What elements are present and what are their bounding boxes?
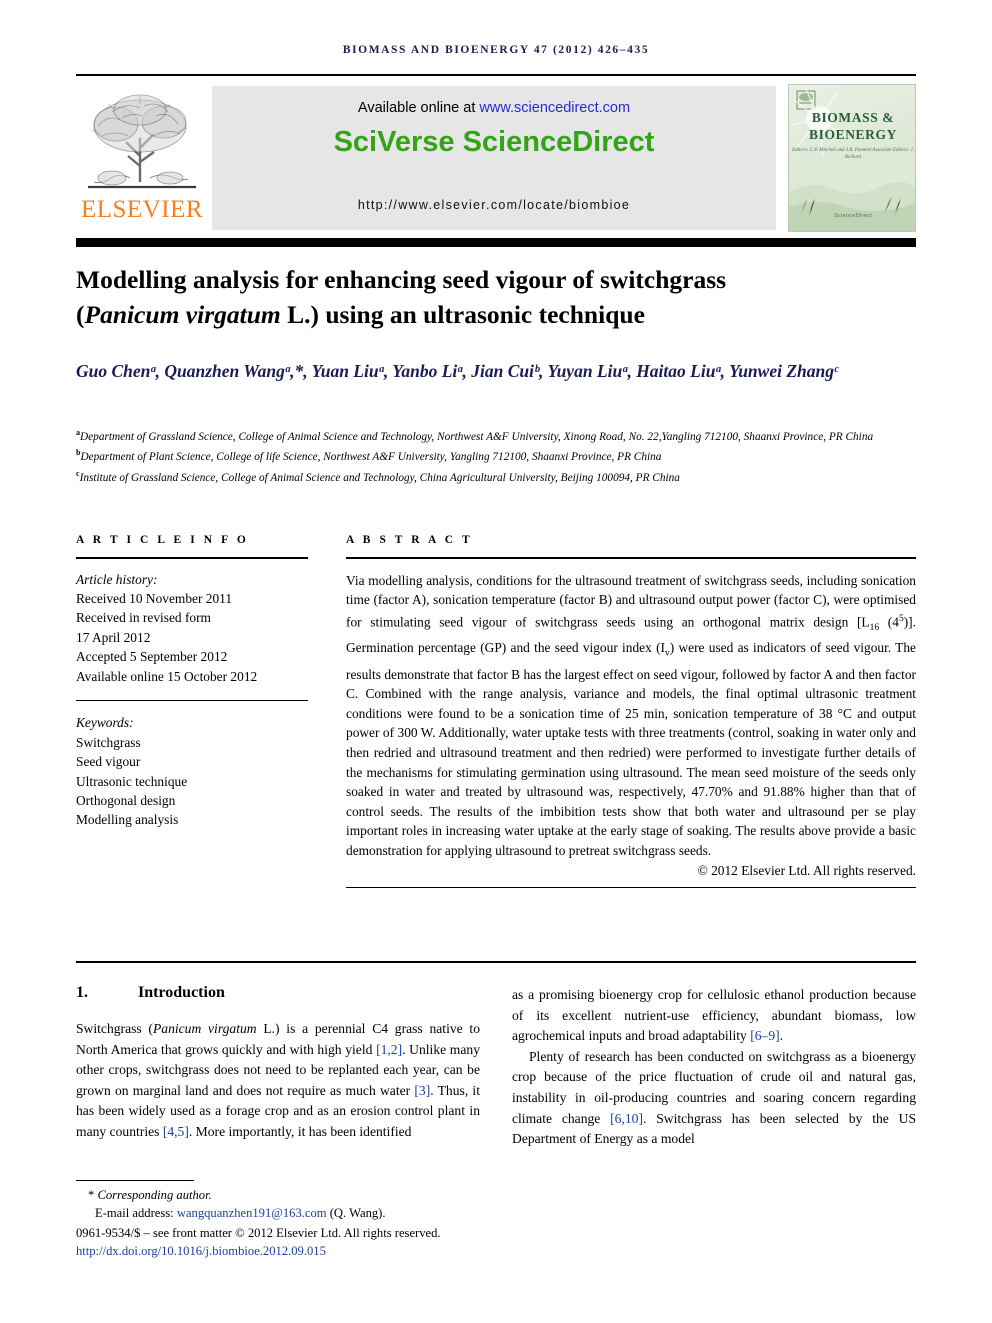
cover-editors: Editors: C.P. Mitchell and J.B. Pammel A… <box>792 148 914 160</box>
article-history-item: Received in revised form <box>76 610 211 626</box>
article-history-item: 17 April 2012 <box>76 629 151 645</box>
cover-sciencedirect-badge: ScienceDirect <box>834 213 872 219</box>
email-suffix: (Q. Wang). <box>326 1206 386 1221</box>
journal-homepage-link[interactable]: http://www.elsevier.com/locate/biombioe <box>212 198 776 212</box>
section-number: 1. <box>76 984 88 1001</box>
body-column-left: Switchgrass (Panicum virgatum L.) is a p… <box>76 1019 480 1143</box>
affiliation-c: cInstitute of Grassland Science, College… <box>76 466 916 486</box>
sciencedirect-link[interactable]: www.sciencedirect.com <box>479 100 630 116</box>
intro-right-text-a: as a promising bioenergy crop for cellul… <box>512 987 916 1044</box>
keyword-item: Seed vigour <box>76 754 141 770</box>
body-column-right: as a promising bioenergy crop for cellul… <box>512 985 916 1150</box>
citation-ref-4-5[interactable]: [4,5] <box>163 1124 189 1139</box>
journal-article-page: BIOMASS AND BIOENERGY 47 (2012) 426–435 <box>0 0 992 1323</box>
page-title: Modelling analysis for enhancing seed vi… <box>76 262 926 332</box>
footnote-rule <box>76 1180 194 1182</box>
article-history: Article history: Received 10 November 20… <box>76 570 308 686</box>
abstract-text: Via modelling analysis, conditions for t… <box>346 571 916 861</box>
abstract-heading: A B S T R A C T <box>346 534 473 546</box>
body-top-rule <box>76 961 916 963</box>
title-species-name: Panicum virgatum <box>84 300 281 329</box>
article-info-heading: A R T I C L E I N F O <box>76 534 249 546</box>
elsevier-wordmark: ELSEVIER <box>80 196 204 223</box>
available-online-label: Available online at <box>357 100 480 116</box>
abstract-part-2: (4 <box>879 614 899 630</box>
email-label: E-mail address: <box>95 1206 177 1221</box>
title-line-2-prefix: ( <box>76 300 85 329</box>
keywords-rule <box>76 699 308 702</box>
intro-text-e: . More importantly, it has been identifi… <box>188 1123 412 1139</box>
email-line: E-mail address: wangquanzhen191@163.com … <box>76 1204 916 1222</box>
intro-text-a: Switchgrass ( <box>76 1021 153 1036</box>
intro-paragraph-1-right: as a promising bioenergy crop for cellul… <box>512 985 916 1047</box>
abstract-bottom-rule <box>346 886 916 889</box>
abstract-column: A B S T R A C T Via modelling analysis, … <box>346 534 916 889</box>
affiliation-b: bDepartment of Plant Science, College of… <box>76 445 916 465</box>
author-list: Guo Chenᵃ, Quanzhen Wangᵃ,*, Yuan Liuᵃ, … <box>76 361 839 381</box>
running-head: BIOMASS AND BIOENERGY 47 (2012) 426–435 <box>342 44 650 56</box>
elsevier-tree-icon <box>88 94 196 189</box>
section-title: Introduction <box>138 984 225 1001</box>
sciverse-sciencedirect-logo: SciVerse ScienceDirect <box>333 126 655 158</box>
article-info-rule <box>76 557 308 559</box>
affiliation-c-text: Institute of Grassland Science, College … <box>79 471 680 484</box>
page-footer: * Corresponding author. E-mail address: … <box>76 1186 916 1261</box>
title-line-1: Modelling analysis for enhancing seed vi… <box>76 265 727 294</box>
email-link[interactable]: wangquanzhen191@163.com <box>177 1206 327 1220</box>
keywords-label: Keywords: <box>76 715 134 731</box>
article-history-item: Received 10 November 2011 <box>76 590 233 606</box>
corresponding-author-note: * Corresponding author. <box>76 1186 916 1204</box>
intro-paragraph-2-right: Plenty of research has been conducted on… <box>512 1047 916 1150</box>
affiliation-a-text: Department of Grassland Science, College… <box>80 430 874 443</box>
banner-bottom-rule <box>76 238 916 247</box>
abstract-copyright: © 2012 Elsevier Ltd. All rights reserved… <box>697 862 916 878</box>
publisher-banner: ELSEVIER Available online at www.science… <box>76 84 916 232</box>
citation-ref-6-10[interactable]: [6,10] <box>610 1111 643 1126</box>
corresponding-author-label: Corresponding author. <box>94 1188 212 1202</box>
article-history-label: Article history: <box>76 571 158 587</box>
article-info-column: A R T I C L E I N F O Article history: R… <box>76 534 308 830</box>
intro-right-text-b: . <box>779 1028 784 1044</box>
affiliation-b-text: Department of Plant Science, College of … <box>80 451 662 464</box>
abstract-subscript-16: 16 <box>869 622 880 633</box>
intro-paragraph-1-left: Switchgrass (Panicum virgatum L.) is a p… <box>76 1019 480 1143</box>
keyword-item: Modelling analysis <box>76 812 179 828</box>
article-history-item: Available online 15 October 2012 <box>76 668 258 684</box>
affiliation-a: aDepartment of Grassland Science, Colleg… <box>76 425 916 445</box>
cover-title-line1: BIOMASS & <box>811 110 895 125</box>
intro-species-name: Panicum virgatum <box>152 1021 257 1036</box>
article-history-item: Accepted 5 September 2012 <box>76 649 228 665</box>
abstract-part-1: Via modelling analysis, conditions for t… <box>346 572 916 630</box>
keywords-block: Keywords: Switchgrass Seed vigour Ultras… <box>76 713 308 829</box>
keyword-item: Switchgrass <box>76 734 141 750</box>
doi-link[interactable]: http://dx.doi.org/10.1016/j.biombioe.201… <box>76 1242 916 1260</box>
journal-cover-thumbnail: BIOMASS & BIOENERGY Editors: C.P. Mitche… <box>788 84 916 232</box>
citation-ref-1-2[interactable]: [1,2] <box>376 1042 402 1057</box>
citation-ref-3[interactable]: [3] <box>414 1083 430 1098</box>
keyword-item: Ultrasonic technique <box>76 773 188 789</box>
affiliation-list: aDepartment of Grassland Science, Colleg… <box>76 425 916 486</box>
section-heading-introduction: 1. Introduction <box>76 984 225 1002</box>
keyword-item: Orthogonal design <box>76 793 176 809</box>
cover-title-line2: BIOENERGY <box>809 127 897 142</box>
title-line-2-suffix: L.) using an ultrasonic technique <box>280 300 645 329</box>
available-online-line: Available online at www.sciencedirect.co… <box>212 100 776 116</box>
running-head-rule <box>76 74 916 76</box>
abstract-rule <box>346 557 916 559</box>
issn-copyright-line: 0961-9534/$ – see front matter © 2012 El… <box>76 1225 441 1240</box>
citation-ref-6-9[interactable]: [6–9] <box>750 1028 779 1043</box>
elsevier-logo: ELSEVIER <box>76 84 208 232</box>
abstract-part-4: ) were used as indicators of seed vigour… <box>346 640 917 859</box>
sciencedirect-box: Available online at www.sciencedirect.co… <box>212 86 776 230</box>
